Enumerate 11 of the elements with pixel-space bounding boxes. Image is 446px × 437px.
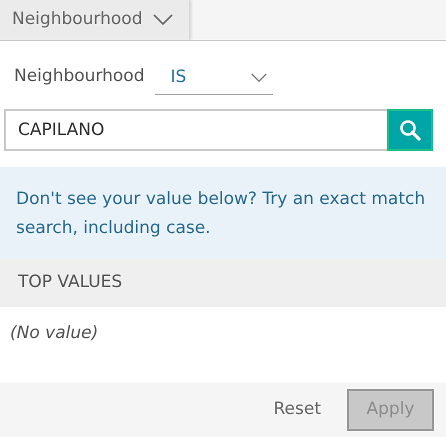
search-icon <box>398 118 422 142</box>
section-title: TOP VALUES <box>18 271 122 294</box>
field-label: Neighbourhood <box>14 64 144 88</box>
filter-tab[interactable]: Neighbourhood <box>0 0 190 40</box>
reset-button[interactable]: Reset <box>274 397 321 423</box>
value-item[interactable]: (No value) <box>0 307 446 360</box>
hint-message: Don't see your value below? Try an exact match search, including case. <box>0 167 446 259</box>
search-field[interactable]: CAPILANO <box>4 109 387 151</box>
caret-icon <box>250 73 266 83</box>
caret-icon <box>152 14 172 26</box>
search-button[interactable] <box>387 109 433 151</box>
